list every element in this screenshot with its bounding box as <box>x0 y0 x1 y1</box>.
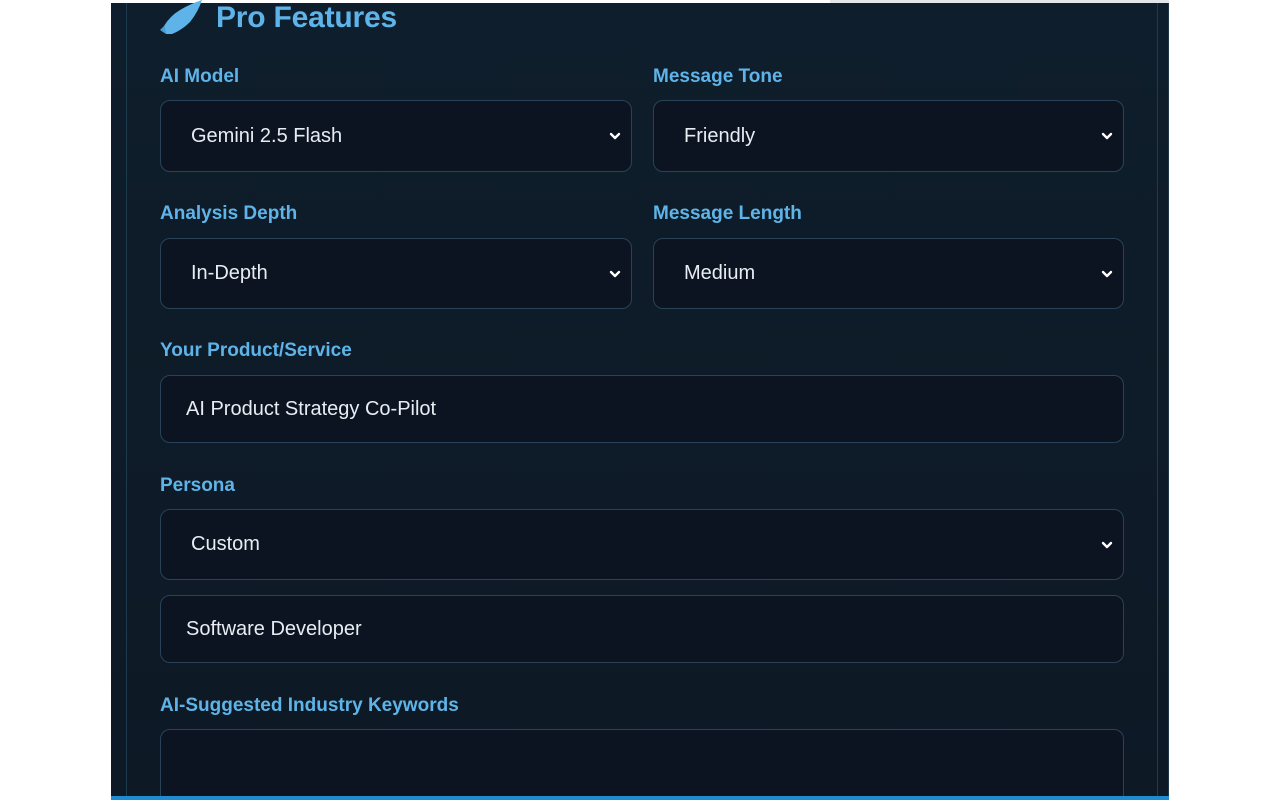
chevron-down-icon <box>1101 132 1113 140</box>
ai-model-label: AI Model <box>160 66 240 87</box>
persona-value: Custom <box>191 533 260 555</box>
product-service-input[interactable]: AI Product Strategy Co-Pilot <box>160 375 1124 443</box>
message-tone-value: Friendly <box>684 124 756 147</box>
analysis-depth-label: Analysis Depth <box>160 203 298 224</box>
chevron-down-icon <box>1101 541 1113 548</box>
custom-persona-input[interactable]: Software Developer <box>160 595 1124 663</box>
keywords-label: AI-Suggested Industry Keywords <box>160 695 459 716</box>
chevron-down-icon <box>609 132 621 140</box>
product-service-value: AI Product Strategy Co-Pilot <box>186 397 437 420</box>
message-tone-select[interactable]: Friendly <box>653 100 1124 172</box>
keywords-textarea[interactable] <box>160 729 1124 797</box>
message-length-label: Message Length <box>653 203 802 224</box>
panel-header: Pro Features <box>160 0 397 36</box>
chevron-down-icon <box>609 270 621 277</box>
ai-model-select[interactable]: Gemini 2.5 Flash <box>160 100 632 172</box>
bottom-accent-bar <box>111 796 1169 800</box>
page-title: Pro Features <box>216 1 397 34</box>
ai-model-value: Gemini 2.5 Flash <box>191 124 343 147</box>
custom-persona-value: Software Developer <box>186 617 362 640</box>
analysis-depth-value: In-Depth <box>191 262 268 284</box>
chevron-down-icon <box>1101 270 1113 277</box>
persona-select[interactable]: Custom <box>160 509 1124 580</box>
persona-label: Persona <box>160 475 235 496</box>
message-length-value: Medium <box>684 262 756 284</box>
message-tone-label: Message Tone <box>653 66 783 87</box>
analysis-depth-select[interactable]: In-Depth <box>160 238 632 309</box>
rocket-icon <box>160 0 204 36</box>
message-length-select[interactable]: Medium <box>653 238 1124 309</box>
product-service-label: Your Product/Service <box>160 340 352 361</box>
